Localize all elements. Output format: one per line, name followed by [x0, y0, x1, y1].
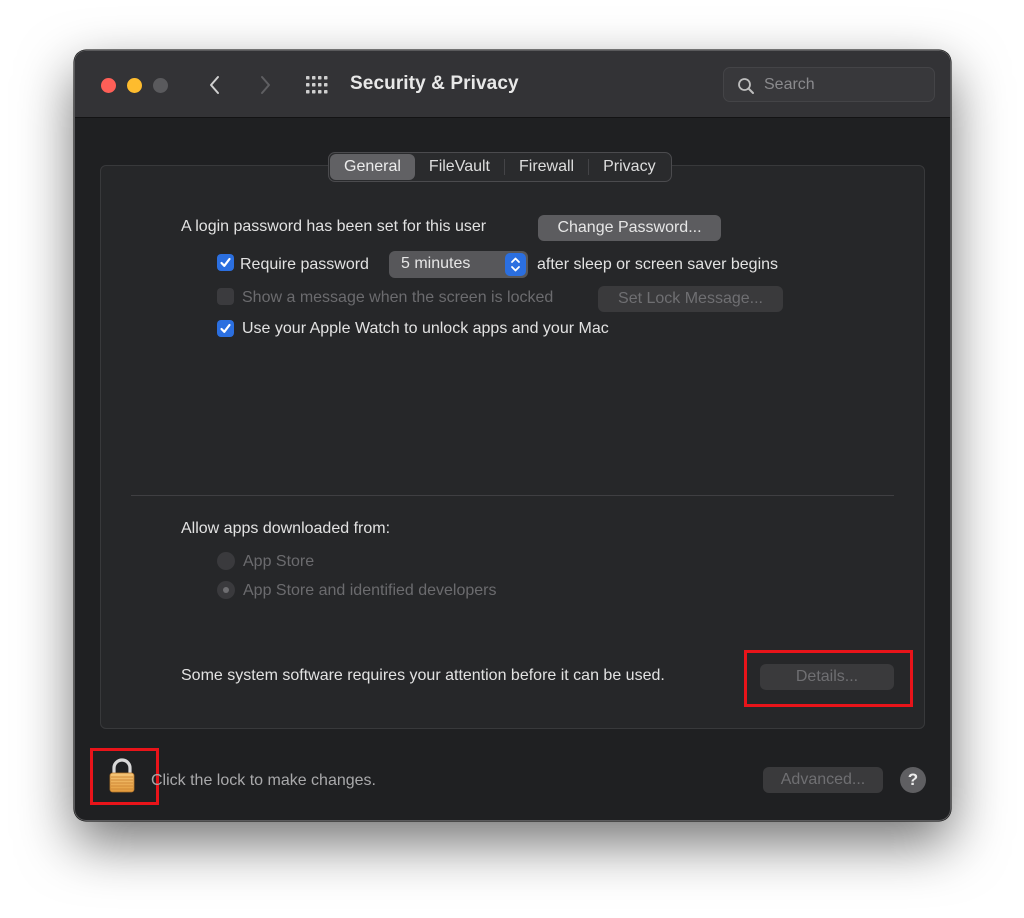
radio-app-store-label: App Store	[243, 553, 315, 570]
password-interval-value: 5 minutes	[401, 255, 471, 272]
apple-watch-label: Use your Apple Watch to unlock apps and …	[242, 320, 609, 337]
annotation-box-details	[744, 650, 913, 707]
radio-app-store[interactable]	[217, 552, 235, 570]
require-password-suffix: after sleep or screen saver begins	[537, 256, 779, 273]
advanced-button[interactable]: Advanced...	[763, 767, 883, 793]
tab-filevault[interactable]: FileVault	[415, 154, 504, 180]
apple-watch-checkbox[interactable]	[217, 320, 234, 337]
login-password-label: A login password has been set for this u…	[181, 218, 487, 235]
popup-stepper[interactable]	[505, 253, 526, 276]
require-password-label: Require password	[240, 256, 369, 273]
require-password-checkbox[interactable]	[217, 254, 234, 271]
tab-firewall[interactable]: Firewall	[505, 154, 588, 180]
forward-button[interactable]	[253, 71, 277, 99]
security-privacy-window: Security & Privacy Search General FileVa…	[74, 50, 951, 821]
chevron-left-icon	[210, 76, 219, 94]
radio-app-store-identified[interactable]	[217, 581, 235, 599]
set-lock-message-button[interactable]: Set Lock Message...	[598, 286, 783, 312]
chevron-right-icon	[261, 76, 270, 94]
system-software-message: Some system software requires your atten…	[181, 667, 665, 684]
checkmark-icon	[220, 257, 231, 267]
title-bar: Security & Privacy Search	[75, 51, 950, 118]
search-field[interactable]: Search	[723, 67, 935, 102]
back-button[interactable]	[203, 71, 227, 99]
password-interval-popup[interactable]: 5 minutes	[389, 251, 528, 278]
lock-hint-text: Click the lock to make changes.	[151, 772, 376, 789]
help-button[interactable]: ?	[900, 767, 926, 793]
change-password-button[interactable]: Change Password...	[538, 215, 721, 241]
show-all-grid-icon	[306, 76, 328, 94]
tab-general[interactable]: General	[330, 154, 415, 180]
minimize-button[interactable]	[127, 78, 142, 93]
show-message-label: Show a message when the screen is locked	[242, 289, 554, 306]
search-placeholder: Search	[764, 76, 815, 93]
close-button[interactable]	[101, 78, 116, 93]
tab-bar: General FileVault Firewall Privacy	[328, 152, 672, 182]
section-divider	[131, 495, 894, 496]
general-panel	[100, 165, 925, 729]
show-all-button[interactable]	[305, 75, 331, 95]
window-title: Security & Privacy	[350, 73, 519, 94]
annotation-box-lock	[90, 748, 159, 805]
zoom-button[interactable]	[153, 78, 168, 93]
checkmark-icon	[220, 323, 231, 333]
up-down-chevron-icon	[511, 257, 520, 272]
search-icon	[738, 78, 754, 94]
allow-apps-label: Allow apps downloaded from:	[181, 520, 391, 537]
show-message-checkbox[interactable]	[217, 288, 234, 305]
tab-privacy[interactable]: Privacy	[589, 154, 669, 180]
radio-app-store-identified-label: App Store and identified developers	[243, 582, 497, 599]
